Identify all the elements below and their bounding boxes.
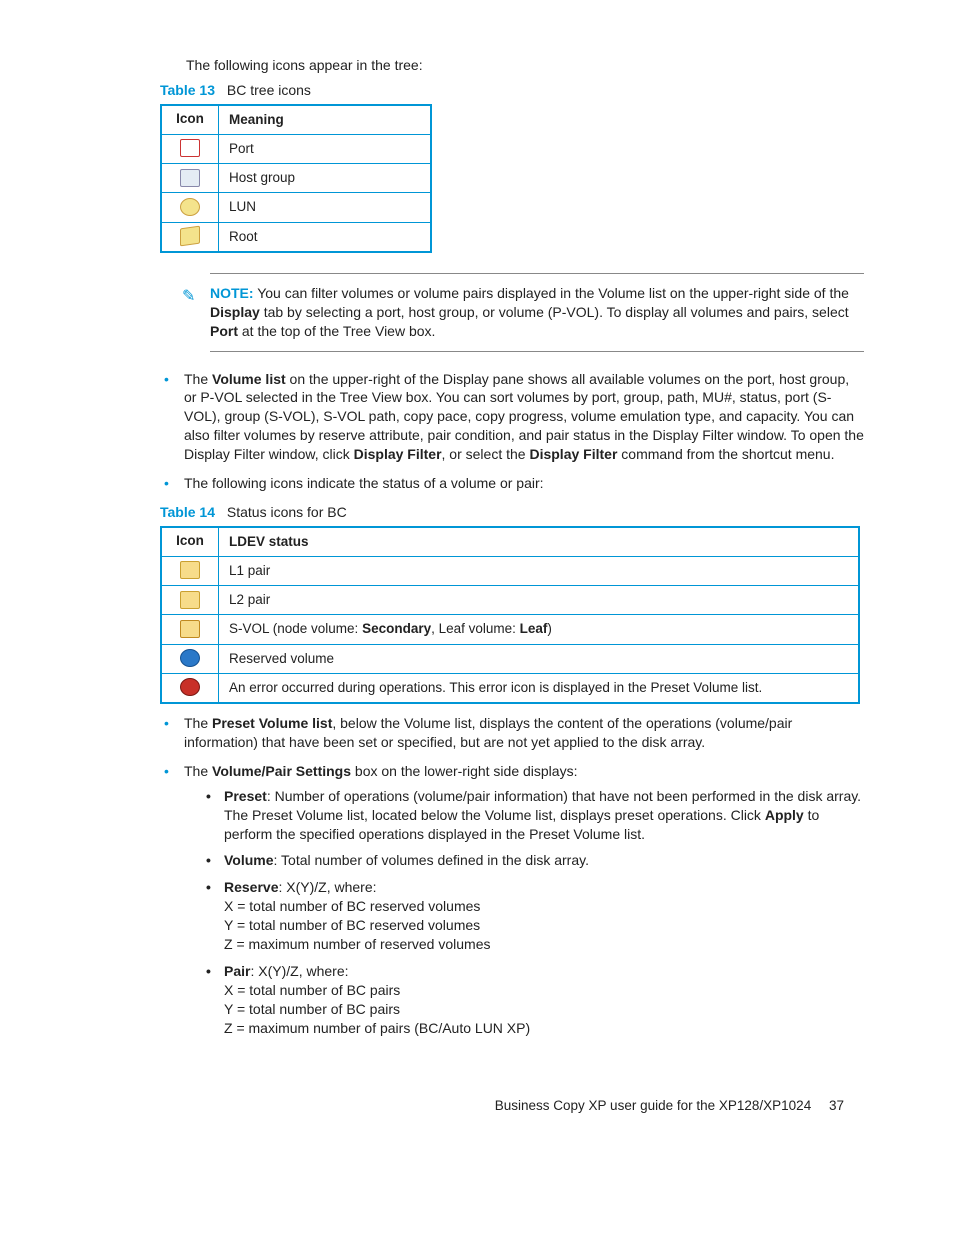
table-row: L2 pair	[161, 586, 859, 615]
table-14-number: Table 14	[160, 504, 215, 520]
text: The	[184, 371, 212, 387]
bold: Preset	[224, 788, 267, 804]
port-icon	[180, 139, 200, 157]
table-13-caption: Table 13 BC tree icons	[160, 81, 864, 100]
cell-status: An error occurred during operations. Thi…	[219, 673, 860, 703]
text: command from the shortcut menu.	[617, 446, 834, 462]
text: : Total number of volumes defined in the…	[274, 852, 589, 868]
page-number: 37	[829, 1098, 844, 1113]
text: box on the lower-right side displays:	[351, 763, 577, 779]
host-group-icon	[180, 169, 200, 187]
note-icon: ✎	[182, 286, 195, 308]
bold: Preset Volume list	[212, 715, 332, 731]
text: )	[547, 621, 552, 636]
table-header-meaning: Meaning	[219, 105, 432, 135]
root-icon	[180, 226, 200, 247]
text: : X(Y)/Z, where:	[279, 879, 377, 895]
pair-y: Y = total number of BC pairs	[224, 1000, 864, 1019]
table-row: An error occurred during operations. Thi…	[161, 673, 859, 703]
table-row: L1 pair	[161, 557, 859, 586]
note-label: NOTE:	[210, 285, 254, 301]
table-13: Icon Meaning Port Host group LUN Root	[160, 104, 432, 253]
cell-meaning: LUN	[219, 193, 432, 222]
table-row: S-VOL (node volume: Secondary, Leaf volu…	[161, 615, 859, 644]
note-text: You can filter volumes or volume pairs d…	[210, 285, 849, 339]
text: The	[184, 763, 212, 779]
table-14-caption: Table 14 Status icons for BC	[160, 503, 864, 522]
bold: Volume/Pair Settings	[212, 763, 351, 779]
bold: Reserve	[224, 879, 279, 895]
pair-z: Z = maximum number of pairs (BC/Auto LUN…	[224, 1019, 864, 1038]
table-header-icon: Icon	[161, 105, 219, 135]
bold: Volume	[224, 852, 274, 868]
list-item: The Volume/Pair Settings box on the lowe…	[160, 762, 864, 1038]
table-header-status: LDEV status	[219, 527, 860, 557]
note-text-part: tab by selecting a port, host group, or …	[260, 304, 849, 320]
bullet-list: The Volume list on the upper-right of th…	[90, 370, 864, 493]
table-row: Root	[161, 222, 431, 252]
list-item: The Volume list on the upper-right of th…	[160, 370, 864, 464]
list-item: Volume: Total number of volumes defined …	[204, 851, 864, 870]
cell-status: L2 pair	[219, 586, 860, 615]
list-item: Reserve: X(Y)/Z, where: X = total number…	[204, 878, 864, 954]
list-item: The following icons indicate the status …	[160, 474, 864, 493]
footer-title: Business Copy XP user guide for the XP12…	[495, 1098, 811, 1113]
cell-status: L1 pair	[219, 557, 860, 586]
bold: Display Filter	[354, 446, 442, 462]
table-row: Icon LDEV status	[161, 527, 859, 557]
list-item: Pair: X(Y)/Z, where: X = total number of…	[204, 962, 864, 1038]
table-14: Icon LDEV status L1 pair L2 pair S-VOL (…	[160, 526, 860, 704]
bold: Secondary	[362, 621, 431, 636]
text: , or select the	[442, 446, 530, 462]
table-row: Host group	[161, 164, 431, 193]
reserve-x: X = total number of BC reserved volumes	[224, 897, 864, 916]
bold: Leaf	[520, 621, 548, 636]
note-bold: Display	[210, 304, 260, 320]
table-header-icon: Icon	[161, 527, 219, 557]
cell-meaning: Port	[219, 135, 432, 164]
text: : X(Y)/Z, where:	[250, 963, 348, 979]
text: , Leaf volume:	[431, 621, 520, 636]
cell-status: S-VOL (node volume: Secondary, Leaf volu…	[219, 615, 860, 644]
table-row: LUN	[161, 193, 431, 222]
text: The	[184, 715, 212, 731]
list-item: Preset: Number of operations (volume/pai…	[204, 787, 864, 844]
intro-text: The following icons appear in the tree:	[186, 56, 864, 75]
reserve-z: Z = maximum number of reserved volumes	[224, 935, 864, 954]
list-item: The Preset Volume list, below the Volume…	[160, 714, 864, 752]
reserve-y: Y = total number of BC reserved volumes	[224, 916, 864, 935]
table-13-title: BC tree icons	[227, 82, 311, 98]
svol-icon	[180, 620, 200, 638]
bold: Pair	[224, 963, 250, 979]
error-icon	[180, 678, 200, 696]
l1-pair-icon	[180, 561, 200, 579]
table-row: Icon Meaning	[161, 105, 431, 135]
bold: Apply	[765, 807, 804, 823]
bullet-list-lower: The Preset Volume list, below the Volume…	[90, 714, 864, 1037]
table-14-title: Status icons for BC	[227, 504, 347, 520]
pair-x: X = total number of BC pairs	[224, 981, 864, 1000]
note-text-part: at the top of the Tree View box.	[238, 323, 435, 339]
table-row: Reserved volume	[161, 644, 859, 673]
note-bold: Port	[210, 323, 238, 339]
table-13-number: Table 13	[160, 82, 215, 98]
lun-icon	[180, 198, 200, 216]
page-footer: Business Copy XP user guide for the XP12…	[90, 1097, 864, 1115]
cell-status: Reserved volume	[219, 644, 860, 673]
text: S-VOL (node volume:	[229, 621, 362, 636]
table-row: Port	[161, 135, 431, 164]
bold: Display Filter	[529, 446, 617, 462]
cell-meaning: Host group	[219, 164, 432, 193]
cell-meaning: Root	[219, 222, 432, 252]
sub-bullet-list: Preset: Number of operations (volume/pai…	[184, 787, 864, 1038]
reserved-icon	[180, 649, 200, 667]
note-text-part: You can filter volumes or volume pairs d…	[257, 285, 849, 301]
l2-pair-icon	[180, 591, 200, 609]
note-block: ✎ NOTE: You can filter volumes or volume…	[210, 273, 864, 352]
bold: Volume list	[212, 371, 286, 387]
